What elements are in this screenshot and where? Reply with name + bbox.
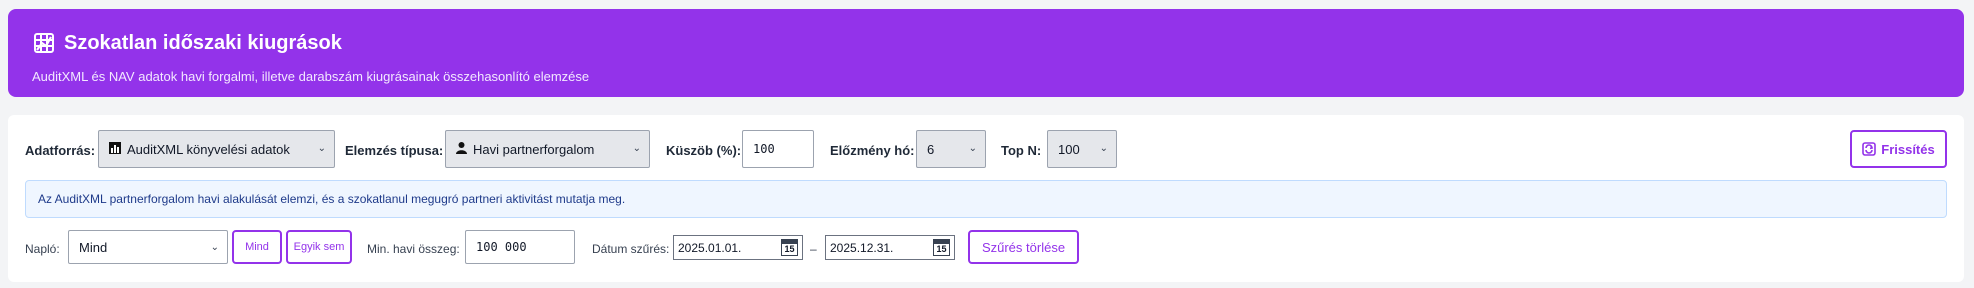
chart-grid-icon [32,31,56,55]
source-select-value: AuditXML könyvelési adatok [127,141,290,157]
date-to-input[interactable]: 2025.12.31. 15 [825,235,955,260]
refresh-icon [1862,142,1877,156]
history-label: Előzmény hó: [830,143,915,158]
history-select-value: 6 [927,141,935,157]
select-all-button[interactable]: Mind [232,230,282,264]
refresh-label: Frissítés [1881,141,1935,157]
threshold-input[interactable]: 100 [742,130,814,168]
calendar-icon[interactable]: 15 [933,239,950,256]
journal-select[interactable]: Mind ⌄ [68,230,228,264]
date-from-value: 2025.01.01. [678,240,742,255]
date-separator: – [810,242,817,256]
chevron-down-icon: ⌄ [317,143,326,154]
analysis-type-value: Havi partnerforgalom [473,141,595,157]
info-banner: Az AuditXML partnerforgalom havi alakulá… [25,180,1947,218]
min-sum-input[interactable]: 100 000 [465,230,575,264]
bar-chart-icon [109,141,121,157]
select-none-button[interactable]: Egyik sem [286,230,352,264]
date-filter-label: Dátum szűrés: [592,242,670,256]
date-from-input[interactable]: 2025.01.01. 15 [673,235,803,260]
analysis-type-select[interactable]: Havi partnerforgalom ⌄ [445,130,650,168]
journal-select-value: Mind [79,239,108,255]
source-select[interactable]: AuditXML könyvelési adatok ⌄ [98,130,335,168]
chevron-down-icon: ⌄ [632,143,641,154]
topn-label: Top N: [1001,143,1042,158]
history-select[interactable]: 6 ⌄ [916,130,986,168]
refresh-button[interactable]: Frissítés [1850,130,1947,168]
chevron-down-icon: ⌄ [210,242,219,253]
chevron-down-icon: ⌄ [1099,143,1108,154]
min-sum-label: Min. havi összeg: [367,242,460,256]
threshold-label: Küszöb (%): [666,143,742,158]
page-title: Szokatlan időszaki kiugrások [32,31,342,55]
journal-label: Napló: [25,242,60,256]
user-icon [456,141,467,157]
topn-select-value: 100 [1058,141,1080,157]
calendar-icon[interactable]: 15 [781,239,798,256]
page-header: Szokatlan időszaki kiugrások AuditXML és… [8,9,1964,97]
page-title-text: Szokatlan időszaki kiugrások [64,31,342,54]
clear-filters-button[interactable]: Szűrés törlése [968,230,1079,264]
analysis-type-label: Elemzés típusa: [345,143,444,158]
controls-panel: Adatforrás: AuditXML könyvelési adatok ⌄… [8,115,1964,282]
topn-select[interactable]: 100 ⌄ [1047,130,1117,168]
source-label: Adatforrás: [25,143,96,158]
chevron-down-icon: ⌄ [968,143,977,154]
page-subtitle: AuditXML és NAV adatok havi forgalmi, il… [32,69,590,84]
date-to-value: 2025.12.31. [830,240,894,255]
